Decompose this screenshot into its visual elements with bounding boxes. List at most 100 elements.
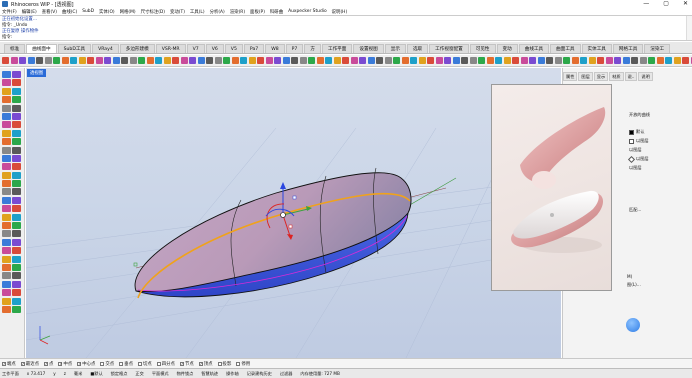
- status-item[interactable]: 物件锁点: [177, 371, 194, 377]
- toolbar-tool-icon[interactable]: [376, 57, 383, 64]
- tab-display[interactable]: 显示: [593, 72, 609, 81]
- toolbar-tool-icon[interactable]: [19, 57, 26, 64]
- tab-13[interactable]: 工作平面: [321, 44, 353, 53]
- toolbar-tool-icon[interactable]: [121, 57, 128, 64]
- left-tool-icon[interactable]: [2, 138, 11, 146]
- osnap-item[interactable]: ✓ 节点: [179, 361, 194, 367]
- left-tool-icon[interactable]: [2, 255, 11, 263]
- left-tool-icon[interactable]: [2, 196, 11, 204]
- toolbar-tool-icon[interactable]: [138, 57, 145, 64]
- toolbar-tool-icon[interactable]: [129, 57, 137, 64]
- tab-21[interactable]: 曲面工具: [550, 44, 581, 53]
- tab-5[interactable]: VSR-MR: [155, 44, 186, 53]
- toolbar-tool-icon[interactable]: [112, 57, 120, 64]
- toolbar-tool-icon[interactable]: [554, 57, 562, 64]
- tab-6[interactable]: V7: [186, 44, 205, 53]
- tab-properties[interactable]: 属性: [563, 72, 578, 81]
- toolbar-tool-icon[interactable]: [401, 57, 409, 64]
- toolbar-tool-icon[interactable]: [172, 57, 179, 64]
- osnap-checkbox[interactable]: ✓: [58, 361, 63, 366]
- toolbar-tool-icon[interactable]: [503, 57, 511, 64]
- toolbar-tool-icon[interactable]: [546, 57, 553, 64]
- left-tool-icon[interactable]: [12, 289, 22, 297]
- toolbar-tool-icon[interactable]: [461, 57, 468, 64]
- left-tool-icon[interactable]: [2, 87, 11, 95]
- left-tool-icon[interactable]: [12, 96, 22, 104]
- status-item[interactable]: 平面模式: [152, 371, 169, 377]
- menu-analyze[interactable]: 分析(A): [210, 9, 225, 15]
- osnap-checkbox[interactable]: ✓: [43, 361, 48, 366]
- toolbar-tool-icon[interactable]: [78, 57, 86, 64]
- left-tool-icon[interactable]: [2, 272, 11, 280]
- status-item[interactable]: 正交: [135, 371, 143, 377]
- tab-19[interactable]: 变动: [496, 44, 518, 53]
- toolbar-tool-icon[interactable]: [70, 57, 77, 64]
- tab-3[interactable]: VRay4: [92, 44, 119, 53]
- left-tool-icon[interactable]: [12, 104, 22, 112]
- osnap-item[interactable]: ✓ 中点: [58, 361, 72, 367]
- toolbar-tool-icon[interactable]: [180, 57, 188, 64]
- left-tool-icon[interactable]: [12, 138, 22, 146]
- menu-plugin[interactable]: 科研曲: [270, 9, 283, 15]
- menu-dimension[interactable]: 尺寸标注(D): [141, 9, 165, 15]
- tab-11[interactable]: P7: [285, 44, 304, 53]
- status-item[interactable]: 智慧轨迹: [201, 371, 218, 377]
- menu-curve[interactable]: 曲线(C): [62, 9, 77, 15]
- toolbar-tool-icon[interactable]: [427, 57, 434, 64]
- tab-4[interactable]: 多边形建模: [119, 44, 155, 53]
- osnap-checkbox[interactable]: ✓: [179, 361, 184, 366]
- osnap-item[interactable]: ✓ 端点: [2, 361, 16, 367]
- toolbar-tool-icon[interactable]: [61, 57, 69, 64]
- toolbar-tool-icon[interactable]: [614, 57, 621, 64]
- tab-1[interactable]: 曲线面中: [26, 44, 57, 53]
- left-tool-icon[interactable]: [12, 112, 22, 120]
- toolbar-tool-icon[interactable]: [206, 57, 213, 64]
- osnap-item[interactable]: 切点: [137, 361, 152, 367]
- toolbar-tool-icon[interactable]: [2, 57, 9, 64]
- toolbar-tool-icon[interactable]: [444, 57, 451, 64]
- osnap-checkbox[interactable]: [137, 361, 142, 366]
- toolbar-tool-icon[interactable]: [452, 57, 460, 64]
- viewport-title[interactable]: 透视图: [27, 69, 47, 77]
- layer-row[interactable]: 默认: [629, 129, 685, 135]
- extra-row[interactable]: M): [627, 273, 683, 279]
- left-tool-icon[interactable]: [2, 146, 11, 154]
- toolbar-tool-icon[interactable]: [231, 57, 239, 64]
- toolbar-tool-icon[interactable]: [367, 57, 375, 64]
- left-tool-icon[interactable]: [2, 96, 11, 104]
- left-tool-icon[interactable]: [2, 112, 11, 120]
- tab-help[interactable]: 说明: [638, 72, 653, 81]
- left-tool-icon[interactable]: [2, 297, 11, 305]
- osnap-item[interactable]: 四分点: [156, 361, 175, 367]
- left-tool-icon[interactable]: [12, 188, 22, 196]
- toolbar-tool-icon[interactable]: [155, 57, 162, 64]
- left-tool-icon[interactable]: [2, 104, 11, 112]
- menu-help[interactable]: 说明(H): [332, 9, 348, 15]
- toolbar-tool-icon[interactable]: [571, 57, 579, 64]
- left-tool-icon[interactable]: [12, 71, 22, 78]
- osnap-item[interactable]: 投影: [217, 361, 231, 367]
- left-tool-icon[interactable]: [2, 121, 11, 129]
- toolbar-tool-icon[interactable]: [87, 57, 94, 64]
- toolbar-tool-icon[interactable]: [478, 57, 485, 64]
- toolbar-tool-icon[interactable]: [656, 57, 664, 64]
- tab-23[interactable]: 网格工具: [612, 44, 644, 53]
- left-tool-icon[interactable]: [12, 222, 22, 230]
- toolbar-tool-icon[interactable]: [588, 57, 596, 64]
- left-tool-icon[interactable]: [2, 213, 11, 221]
- toolbar-tool-icon[interactable]: [316, 57, 324, 64]
- tab-layers[interactable]: 图层: [578, 72, 593, 81]
- tab-17[interactable]: 工作视窗配置: [429, 44, 469, 53]
- left-tool-icon[interactable]: [12, 238, 22, 246]
- left-tool-icon[interactable]: [12, 213, 22, 221]
- left-tool-icon[interactable]: [12, 247, 22, 255]
- toolbar-tool-icon[interactable]: [537, 57, 545, 64]
- tab-24[interactable]: 渲染工: [644, 44, 671, 53]
- left-tool-icon[interactable]: [12, 121, 22, 129]
- left-tool-icon[interactable]: [2, 280, 11, 288]
- left-tool-icon[interactable]: [2, 222, 11, 230]
- toolbar-tool-icon[interactable]: [418, 57, 426, 64]
- osnap-checkbox[interactable]: [100, 361, 105, 366]
- osnap-item[interactable]: 停用: [236, 361, 250, 367]
- command-prompt[interactable]: 指令:: [2, 35, 690, 41]
